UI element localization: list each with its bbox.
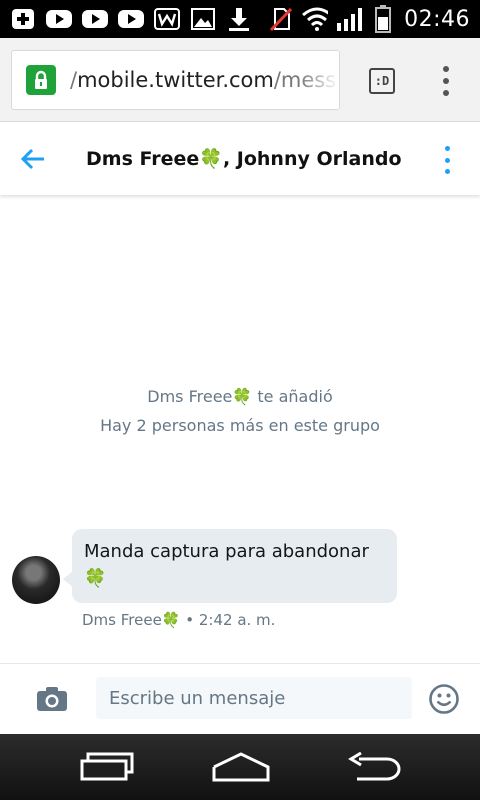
system-message-added: Dms Freee🍀 te añadió bbox=[147, 387, 333, 406]
system-message-group-count: Hay 2 personas más en este grupo bbox=[100, 416, 380, 435]
conversation-header: Dms Freee🍀, Johnny Orlando bbox=[0, 123, 480, 195]
menu-dot bbox=[443, 90, 449, 96]
back-arrow-icon[interactable] bbox=[20, 147, 46, 171]
menu-dot bbox=[443, 78, 449, 84]
message-text: 🍀 bbox=[84, 568, 107, 589]
avatar[interactable] bbox=[12, 556, 60, 604]
wifi-icon bbox=[302, 7, 329, 31]
lock-icon bbox=[26, 65, 56, 95]
conversation-title: Dms Freee🍀, Johnny Orlando bbox=[86, 148, 402, 170]
add-icon bbox=[10, 8, 36, 30]
back-icon[interactable] bbox=[347, 751, 405, 786]
youtube-icon bbox=[82, 8, 108, 30]
url-domain: mobile.twitter.com bbox=[77, 68, 274, 92]
menu-dot bbox=[444, 157, 450, 163]
menu-dot bbox=[444, 169, 450, 174]
youtube-icon bbox=[118, 8, 144, 30]
message-meta: Dms Freee🍀 • 2:42 a. m. bbox=[82, 611, 276, 629]
notification-icons bbox=[0, 8, 252, 31]
download-icon bbox=[226, 8, 252, 31]
recent-apps-icon[interactable] bbox=[80, 752, 136, 786]
youtube-icon bbox=[46, 8, 72, 30]
camera-icon[interactable] bbox=[36, 686, 68, 712]
system-icons: 02:46 bbox=[268, 5, 480, 33]
no-sim-icon bbox=[268, 7, 294, 31]
battery-icon bbox=[370, 5, 396, 33]
url-bar[interactable]: /mobile.twitter.com/messa bbox=[11, 50, 340, 110]
status-bar: 02:46 bbox=[0, 0, 480, 38]
menu-dot bbox=[443, 66, 449, 72]
message-composer bbox=[0, 664, 480, 734]
conversation-menu-button[interactable] bbox=[443, 146, 451, 174]
emoji-icon[interactable] bbox=[428, 683, 460, 715]
w-icon bbox=[154, 8, 180, 30]
message-bubble[interactable]: Manda captura para abandonar 🍀 bbox=[72, 529, 397, 603]
image-icon bbox=[190, 8, 216, 30]
browser-menu-button[interactable] bbox=[436, 66, 456, 96]
url-fade bbox=[299, 51, 339, 109]
menu-dot bbox=[444, 146, 450, 151]
message-text: Manda captura para abandonar bbox=[84, 541, 369, 562]
browser-toolbar: /mobile.twitter.com/messa :D bbox=[0, 38, 480, 122]
signal-icon bbox=[336, 8, 363, 31]
home-icon[interactable] bbox=[211, 752, 271, 786]
clock: 02:46 bbox=[404, 6, 470, 32]
message-input[interactable] bbox=[96, 677, 412, 719]
tab-switcher-button[interactable]: :D bbox=[369, 68, 395, 94]
system-navigation-bar bbox=[0, 734, 480, 800]
